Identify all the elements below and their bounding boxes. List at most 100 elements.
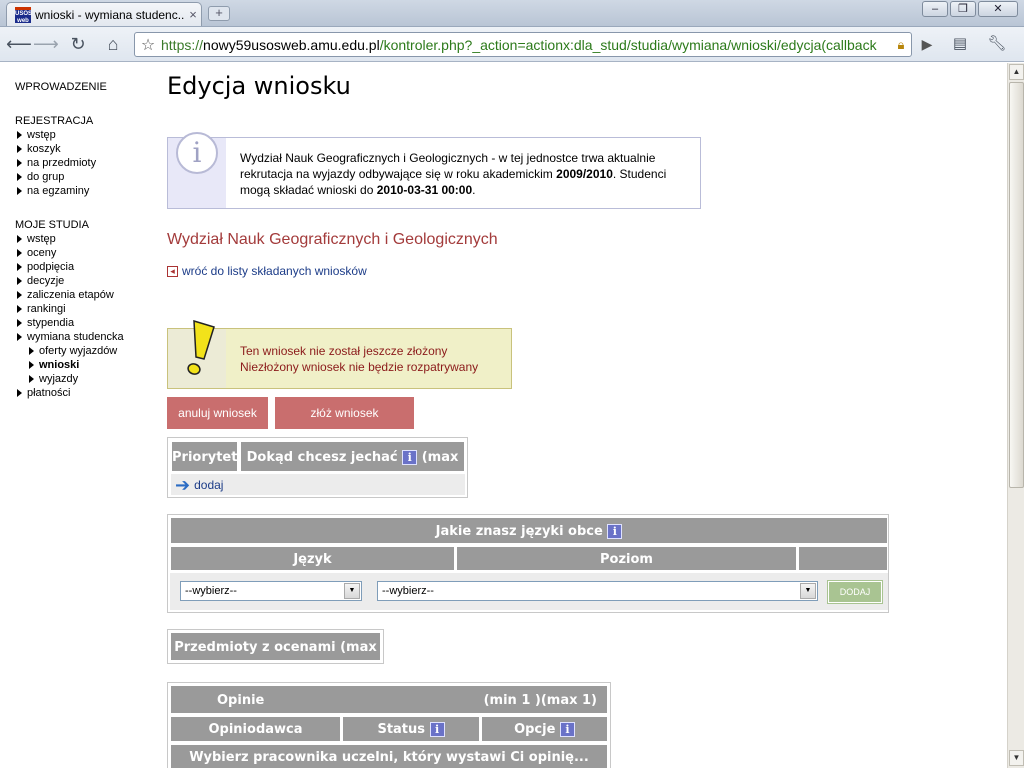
bullet-icon [17, 319, 22, 327]
add-destination-label: dodaj [194, 477, 224, 492]
submit-application-button[interactable]: złóż wniosek [275, 397, 414, 429]
back-link-label: wróć do listy składanych wniosków [182, 264, 367, 278]
sidebar-item-attachments[interactable]: podpięcia [17, 261, 74, 273]
sidebar-item-label: wnioski [39, 359, 80, 371]
choose-reviewer-row[interactable]: Wybierz pracownika uczelni, który wystaw… [170, 744, 608, 768]
bullet-icon [17, 187, 22, 195]
help-info-icon[interactable]: i [559, 722, 575, 737]
chevron-down-icon: ▼ [800, 583, 816, 599]
reload-icon[interactable]: ↻ [66, 33, 90, 55]
lock-icon[interactable]: 🔒︎ [891, 37, 911, 53]
sidebar-item-scholarships[interactable]: stypendia [17, 317, 74, 329]
help-info-icon[interactable]: i [607, 524, 623, 539]
sidebar-item-label: oceny [27, 247, 57, 259]
sidebar-item-groups[interactable]: do grup [17, 171, 64, 183]
col-destination-label: Dokąd chcesz jechać [246, 450, 398, 465]
sidebar-item-reg-intro[interactable]: wstęp [17, 129, 56, 141]
home-icon[interactable]: ⌂ [101, 33, 125, 55]
browser-titlebar: USOS web wnioski - wymiana studenc... × … [0, 0, 1024, 27]
bullet-icon [17, 277, 22, 285]
warning-line-1: Ten wniosek nie został jeszcze złożony [240, 344, 448, 358]
sidebar: WPROWADZENIE REJESTRACJA wstęp koszyk na… [0, 63, 152, 768]
sidebar-item-rankings[interactable]: rankingi [17, 303, 66, 315]
opinions-header: Opinie (min 1 )(max 1) [170, 685, 608, 714]
url-text[interactable]: https://nowy59usosweb.amu.edu.pl/kontrol… [161, 37, 891, 53]
languages-header-label: Jakie znasz języki obce [435, 524, 603, 539]
sidebar-item-studies-intro[interactable]: wstęp [17, 233, 56, 245]
minimize-icon[interactable]: – [922, 1, 948, 17]
wrench-icon[interactable]: 🔧︎ [985, 33, 1009, 55]
scrollbar-thumb[interactable] [1009, 82, 1024, 488]
col-options-label: Opcje [514, 722, 556, 737]
bookmark-star-icon[interactable]: ☆ [135, 35, 161, 55]
sidebar-item-label: koszyk [27, 143, 61, 155]
sidebar-item-decisions[interactable]: decyzje [17, 275, 64, 287]
sidebar-item-grades[interactable]: oceny [17, 247, 56, 259]
chevron-down-icon: ▼ [344, 583, 360, 599]
sidebar-item-payments[interactable]: płatności [17, 387, 70, 399]
scroll-down-icon[interactable]: ▼ [1009, 750, 1024, 766]
subjects-table: Przedmioty z ocenami (max 0) [167, 629, 384, 684]
go-icon[interactable]: ▶ [916, 33, 938, 55]
add-destination-link[interactable]: ➔ dodaj [171, 474, 465, 495]
new-tab-button[interactable]: + [208, 6, 230, 21]
opinions-table: Opinie (min 1 )(max 1) Opiniodawca Statu… [167, 682, 611, 768]
page-title: Edycja wniosku [167, 72, 351, 100]
sidebar-item-label: decyzje [27, 275, 65, 287]
sidebar-item-cart[interactable]: koszyk [17, 143, 61, 155]
back-arrow-icon: ◂ [167, 265, 178, 277]
browser-tab[interactable]: USOS web wnioski - wymiana studenc... × [6, 2, 202, 26]
level-select[interactable]: --wybierz-- ▼ [377, 581, 818, 601]
close-window-icon[interactable]: ✕ [978, 1, 1018, 17]
maximize-icon[interactable]: ❐ [950, 1, 976, 17]
bullet-icon [29, 361, 34, 369]
sidebar-item-exchange-offers[interactable]: oferty wyjazdów [29, 345, 117, 357]
warning-line-2: Niezłożony wniosek nie będzie rozpatrywa… [240, 360, 479, 374]
col-actions [798, 546, 888, 571]
add-language-button[interactable]: DODAJ [827, 580, 883, 604]
sidebar-item-courses[interactable]: na przedmioty [17, 157, 96, 169]
back-to-list-link[interactable]: ◂ wróć do listy składanych wniosków [167, 264, 367, 278]
language-input-row: --wybierz-- ▼ --wybierz-- ▼ DODAJ [170, 573, 888, 610]
sidebar-item-label: podpięcia [27, 261, 75, 273]
sidebar-item-label: na przedmioty [27, 157, 97, 169]
language-select[interactable]: --wybierz-- ▼ [180, 581, 362, 601]
bullet-icon [29, 375, 34, 383]
sidebar-item-trips[interactable]: wyjazdy [29, 373, 78, 385]
warning-box: Ten wniosek nie został jeszcze złożony N… [167, 319, 512, 389]
sidebar-item-applications[interactable]: wnioski [29, 359, 79, 371]
forward-icon[interactable]: ⟶ [33, 33, 59, 55]
help-info-icon[interactable]: i [402, 450, 418, 465]
bullet-icon [17, 145, 22, 153]
col-status: Status i [342, 716, 480, 742]
col-status-label: Status [377, 722, 426, 737]
sidebar-item-student-exchange[interactable]: wymiana studencka [17, 331, 124, 343]
scroll-up-icon[interactable]: ▲ [1009, 64, 1024, 80]
help-info-icon[interactable]: i [429, 722, 445, 737]
subjects-header: Przedmioty z ocenami (max 0) [170, 632, 381, 684]
info-academic-year: 2009/2010 [556, 167, 613, 181]
tab-title: wnioski - wymiana studenc... [35, 7, 185, 22]
col-language: Język [170, 546, 455, 571]
tab-close-icon[interactable]: × [185, 7, 201, 22]
sidebar-item-stage-credits[interactable]: zaliczenia etapów [17, 289, 114, 301]
col-options: Opcje i [481, 716, 608, 742]
url-host: nowy59usosweb.amu.edu.pl [203, 36, 380, 53]
col-destination: Dokąd chcesz jechać i (max 3) [240, 441, 465, 496]
info-box: i Wydział Nauk Geograficznych i Geologic… [167, 132, 701, 209]
faculty-title: Wydział Nauk Geograficznych i Geologiczn… [167, 231, 498, 248]
sidebar-heading-my-studies[interactable]: MOJE STUDIA [15, 219, 89, 231]
back-icon[interactable]: ⟵ [6, 33, 32, 55]
opinions-limits: (min 1 )(max 1) [483, 693, 597, 708]
destinations-table: Priorytet Dokąd chcesz jechać i (max 3) … [167, 437, 468, 498]
sidebar-item-intro[interactable]: WPROWADZENIE [15, 81, 107, 93]
sidebar-heading-registration[interactable]: REJESTRACJA [15, 115, 93, 127]
page-menu-icon[interactable]: ▤ [948, 33, 972, 55]
url-scheme: https:// [161, 36, 204, 53]
sidebar-item-label: wymiana studencka [27, 331, 124, 343]
vertical-scrollbar[interactable]: ▲ ▼ [1007, 63, 1024, 768]
address-bar[interactable]: ☆ https://nowy59usosweb.amu.edu.pl/kontr… [134, 32, 912, 57]
sidebar-item-exams[interactable]: na egzaminy [17, 185, 89, 197]
sidebar-item-label: rankingi [27, 303, 66, 315]
cancel-application-button[interactable]: anuluj wniosek [167, 397, 268, 429]
